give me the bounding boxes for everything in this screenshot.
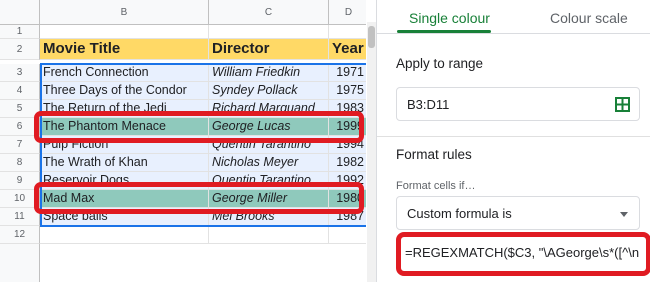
cell-year[interactable]: 1971 <box>329 64 366 82</box>
tab-single-colour[interactable]: Single colour <box>409 10 490 26</box>
row-header-3[interactable]: 3 <box>0 64 40 82</box>
row-header-8[interactable]: 8 <box>0 154 40 172</box>
cell-title[interactable]: The Phantom Menace <box>40 118 209 136</box>
section-divider <box>377 136 650 137</box>
cell-title[interactable]: French Connection <box>40 64 209 82</box>
select-all-corner[interactable] <box>0 0 40 25</box>
condition-dropdown[interactable]: Custom formula is <box>396 196 640 230</box>
row-header-2[interactable]: 2 <box>0 39 40 60</box>
row-header-4[interactable]: 4 <box>0 82 40 100</box>
format-cells-if-label: Format cells if… <box>396 180 476 192</box>
cell-year[interactable]: 1975 <box>329 82 366 100</box>
cell-director[interactable]: William Friedkin <box>209 64 329 82</box>
condition-selected: Custom formula is <box>407 206 512 221</box>
grid-icon[interactable] <box>615 97 630 112</box>
cell-year[interactable]: 1982 <box>329 154 366 172</box>
conditional-format-panel: Single colour Colour scale Apply to rang… <box>376 0 650 282</box>
cell-d12[interactable] <box>329 226 366 244</box>
spreadsheet-grid[interactable]: B C D 1 2 3 4 5 6 7 8 9 10 11 12 Movie T… <box>0 0 366 282</box>
cell-title[interactable]: Space balls <box>40 208 209 226</box>
row-header-1[interactable]: 1 <box>0 25 40 39</box>
column-header-d[interactable]: D <box>329 0 366 25</box>
row-header-6[interactable]: 6 <box>0 118 40 136</box>
tabs-divider <box>377 33 650 34</box>
cell-director[interactable]: Mel Brooks <box>209 208 329 226</box>
cell-c1[interactable] <box>209 25 329 39</box>
format-rules-label: Format rules <box>396 147 472 162</box>
cell-director[interactable]: Syndey Pollack <box>209 82 329 100</box>
cell-b1[interactable] <box>40 25 209 39</box>
apply-to-range-label: Apply to range <box>396 56 484 71</box>
cell-year[interactable]: 1994 <box>329 136 366 154</box>
cell-director[interactable]: Richard Marquand <box>209 100 329 118</box>
row-header-7[interactable]: 7 <box>0 136 40 154</box>
cell-director[interactable]: Quentin Tarantino <box>209 136 329 154</box>
range-value: B3:D11 <box>407 97 450 112</box>
chevron-down-icon <box>620 212 628 217</box>
cell-director[interactable]: George Miller <box>209 190 329 208</box>
cell-title[interactable]: The Wrath of Khan <box>40 154 209 172</box>
header-cell-director[interactable]: Director <box>209 39 329 60</box>
range-input[interactable]: B3:D11 <box>396 87 640 121</box>
tab-colour-scale[interactable]: Colour scale <box>550 10 628 26</box>
cell-year[interactable]: 1987 <box>329 208 366 226</box>
cell-director[interactable]: Nicholas Meyer <box>209 154 329 172</box>
cell-title[interactable]: Reservoir Dogs <box>40 172 209 190</box>
cell-c12[interactable] <box>209 226 329 244</box>
row-header-filler <box>0 244 40 282</box>
row-header-11[interactable]: 11 <box>0 208 40 226</box>
column-header-b[interactable]: B <box>40 0 209 25</box>
cell-title[interactable]: The Return of the Jedi <box>40 100 209 118</box>
formula-value: =REGEXMATCH($C3, "\AGeorge\s*([^\n <box>405 245 640 260</box>
scrollbar-thumb[interactable] <box>368 26 375 48</box>
row-header-5[interactable]: 5 <box>0 100 40 118</box>
cell-title[interactable]: Three Days of the Condor <box>40 82 209 100</box>
header-cell-movie-title[interactable]: Movie Title <box>40 39 209 60</box>
row-header-12[interactable]: 12 <box>0 226 40 244</box>
cell-year[interactable]: 1999 <box>329 118 366 136</box>
row-header-9[interactable]: 9 <box>0 172 40 190</box>
cell-title[interactable]: Pulp Fiction <box>40 136 209 154</box>
custom-formula-input[interactable]: =REGEXMATCH($C3, "\AGeorge\s*([^\n <box>396 232 650 276</box>
column-header-c[interactable]: C <box>209 0 329 25</box>
cell-year[interactable]: 1992 <box>329 172 366 190</box>
cell-d1[interactable] <box>329 25 366 39</box>
cell-year[interactable]: 1983 <box>329 100 366 118</box>
header-cell-year[interactable]: Year <box>329 39 366 60</box>
cell-director[interactable]: Quentin Tarantino <box>209 172 329 190</box>
cell-title[interactable]: Mad Max <box>40 190 209 208</box>
cell-b12[interactable] <box>40 226 209 244</box>
cell-director[interactable]: George Lucas <box>209 118 329 136</box>
cell-year[interactable]: 1980 <box>329 190 366 208</box>
vertical-scrollbar[interactable] <box>367 22 376 282</box>
row-header-10[interactable]: 10 <box>0 190 40 208</box>
